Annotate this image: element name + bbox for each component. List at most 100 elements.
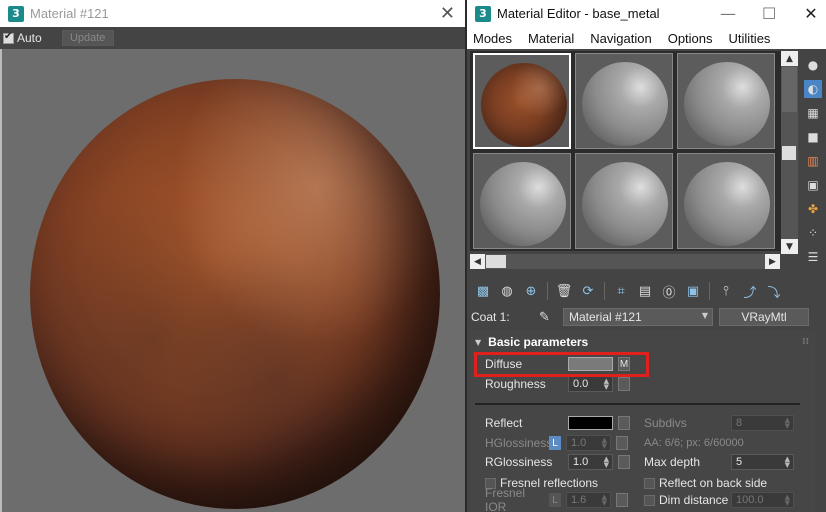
max-depth-spinner[interactable]: 5 ▲ ▼ [731, 454, 794, 470]
max-depth-row: Max depth 5 ▲ ▼ [644, 453, 794, 471]
hglossiness-label: HGlossiness [485, 436, 553, 450]
separator [547, 282, 548, 300]
reflect-color-swatch[interactable] [568, 416, 613, 430]
roughness-label: Roughness [485, 377, 546, 391]
menu-options[interactable]: Options [668, 31, 713, 46]
hglossiness-value: 1.0 [571, 437, 587, 449]
hglossiness-lock-button[interactable]: L [549, 436, 561, 450]
material-type-button[interactable]: VRayMtl [719, 308, 809, 326]
spinner-arrows-icon[interactable]: ▲ ▼ [602, 437, 607, 450]
put-to-library-icon[interactable]: ⌗ [611, 281, 631, 301]
fresnel-ior-spinner[interactable]: 1.6 ▲ ▼ [566, 492, 611, 508]
sample-sphere [684, 62, 770, 146]
preview-titlebar: 3 Material #121 ✕ [0, 0, 465, 27]
sample-sphere [582, 62, 668, 146]
max-depth-value: 5 [736, 456, 743, 468]
background-pattern-icon[interactable]: ▦ [804, 104, 822, 122]
fresnel-ior-map-button[interactable] [616, 493, 628, 507]
material-id-icon[interactable]: ⓪ [659, 281, 679, 301]
sample-slot-2[interactable] [575, 53, 673, 149]
reflect-back-label: Reflect on back side [659, 476, 768, 490]
subdivs-label: Subdivs [644, 416, 687, 430]
dim-distance-checkbox[interactable] [644, 494, 655, 506]
make-unique-icon[interactable]: ⟳ [578, 281, 598, 301]
rglossiness-map-button[interactable] [618, 455, 630, 469]
reflect-back-checkbox[interactable] [644, 477, 655, 489]
fresnel-ior-lock-button[interactable]: L [549, 493, 561, 507]
fresnel-ior-value: 1.6 [571, 494, 587, 506]
update-button[interactable]: Update [61, 30, 114, 46]
material-navigator-icon[interactable]: ☰ [804, 248, 822, 266]
roughness-map-button[interactable] [618, 377, 630, 391]
select-by-material-icon[interactable]: ⁘ [804, 224, 822, 242]
rglossiness-row: RGlossiness 1.0 ▲ ▼ [485, 453, 630, 471]
aa-info: AA: 6/6; px: 6/60000 [644, 437, 744, 449]
sample-slot-1[interactable] [473, 53, 571, 149]
editor-titlebar: 3 Material Editor - base_metal — ☐ ✕ [467, 0, 826, 27]
roughness-spinner[interactable]: 0.0 ▲ ▼ [568, 376, 613, 392]
sample-slot-3[interactable] [677, 53, 775, 149]
grip-icon: ⁞⁞ [802, 337, 809, 347]
subdivs-spinner[interactable]: 8 ▲ ▼ [731, 415, 794, 431]
put-material-icon[interactable]: ◍ [497, 281, 517, 301]
backlight-icon[interactable]: ◐ [804, 80, 822, 98]
maximize-icon[interactable]: ☐ [762, 4, 776, 23]
rglossiness-spinner[interactable]: 1.0 ▲ ▼ [568, 454, 613, 470]
assign-material-icon[interactable]: ⊕ [521, 281, 541, 301]
spinner-arrows-icon[interactable]: ▲ ▼ [604, 456, 609, 469]
scroll-up-icon[interactable]: ▲ [781, 51, 798, 66]
spinner-arrows-icon[interactable]: ▲ ▼ [602, 494, 607, 507]
get-material-icon[interactable]: ▩ [473, 281, 493, 301]
separator [709, 282, 710, 300]
preview-viewport[interactable] [0, 49, 465, 512]
minimize-icon[interactable]: — [720, 4, 736, 23]
spinner-arrows-icon[interactable]: ▲ ▼ [604, 378, 609, 391]
white-swatch-marker [782, 146, 796, 160]
menu-modes[interactable]: Modes [473, 31, 512, 46]
delete-icon[interactable]: 🗑 [554, 281, 574, 301]
close-icon[interactable]: ✕ [804, 4, 818, 23]
reflect-back-row: Reflect on back side [644, 474, 767, 492]
menu-utilities[interactable]: Utilities [729, 31, 771, 46]
hglossiness-map-button[interactable] [616, 436, 628, 450]
scroll-thumb[interactable] [486, 255, 506, 268]
options-icon[interactable]: ✤ [804, 200, 822, 218]
show-end-result-icon[interactable]: ⫯ [716, 281, 736, 301]
dim-distance-spinner[interactable]: 100.0 ▲ ▼ [731, 492, 794, 508]
scroll-left-icon[interactable]: ◀ [470, 254, 485, 269]
eyedropper-icon[interactable]: ✎ [539, 310, 563, 325]
hglossiness-row: HGlossiness L 1.0 ▲ ▼ [485, 434, 628, 452]
reflect-map-button[interactable] [618, 416, 630, 430]
material-name-field[interactable]: Material #121 ▼ [563, 308, 713, 326]
close-icon[interactable]: ✕ [440, 3, 455, 24]
sample-slot-5[interactable] [575, 153, 673, 249]
menu-material[interactable]: Material [528, 31, 574, 46]
sample-uv-tiling-icon[interactable]: ■ [804, 128, 822, 146]
video-color-check-icon[interactable]: ▥ [804, 152, 822, 170]
scroll-thumb[interactable] [782, 67, 797, 112]
spinner-arrows-icon[interactable]: ▲ ▼ [785, 456, 790, 469]
hglossiness-spinner[interactable]: 1.0 ▲ ▼ [566, 435, 611, 451]
sample-slots [470, 51, 782, 251]
sample-sphere [582, 162, 668, 246]
save-icon[interactable]: ▤ [635, 281, 655, 301]
rollout-header[interactable]: ▼ Basic parameters ⁞⁞ [470, 330, 815, 354]
sample-type-sphere-icon[interactable]: ● [804, 56, 822, 74]
scroll-right-icon[interactable]: ▶ [765, 254, 780, 269]
fresnel-ior-label: Fresnel IOR [485, 486, 526, 512]
sample-slot-4[interactable] [473, 153, 571, 249]
roughness-value: 0.0 [573, 378, 589, 390]
sample-slot-6[interactable] [677, 153, 775, 249]
go-forward-sibling-icon[interactable]: ⤵ [764, 281, 784, 301]
scroll-down-icon[interactable]: ▼ [781, 239, 798, 254]
preview-title: Material #121 [30, 6, 109, 21]
go-to-parent-icon[interactable]: ⤴ [740, 281, 760, 301]
spinner-arrows-icon[interactable]: ▲ ▼ [785, 417, 790, 430]
aa-info-row: AA: 6/6; px: 6/60000 [644, 434, 744, 452]
make-preview-icon[interactable]: ▣ [804, 176, 822, 194]
menu-navigation[interactable]: Navigation [590, 31, 651, 46]
spinner-arrows-icon[interactable]: ▲ ▼ [785, 494, 790, 507]
slots-horizontal-scrollbar[interactable]: ◀ ▶ [470, 254, 780, 269]
auto-checkbox[interactable] [3, 31, 14, 44]
show-shaded-icon[interactable]: ▣ [683, 281, 703, 301]
